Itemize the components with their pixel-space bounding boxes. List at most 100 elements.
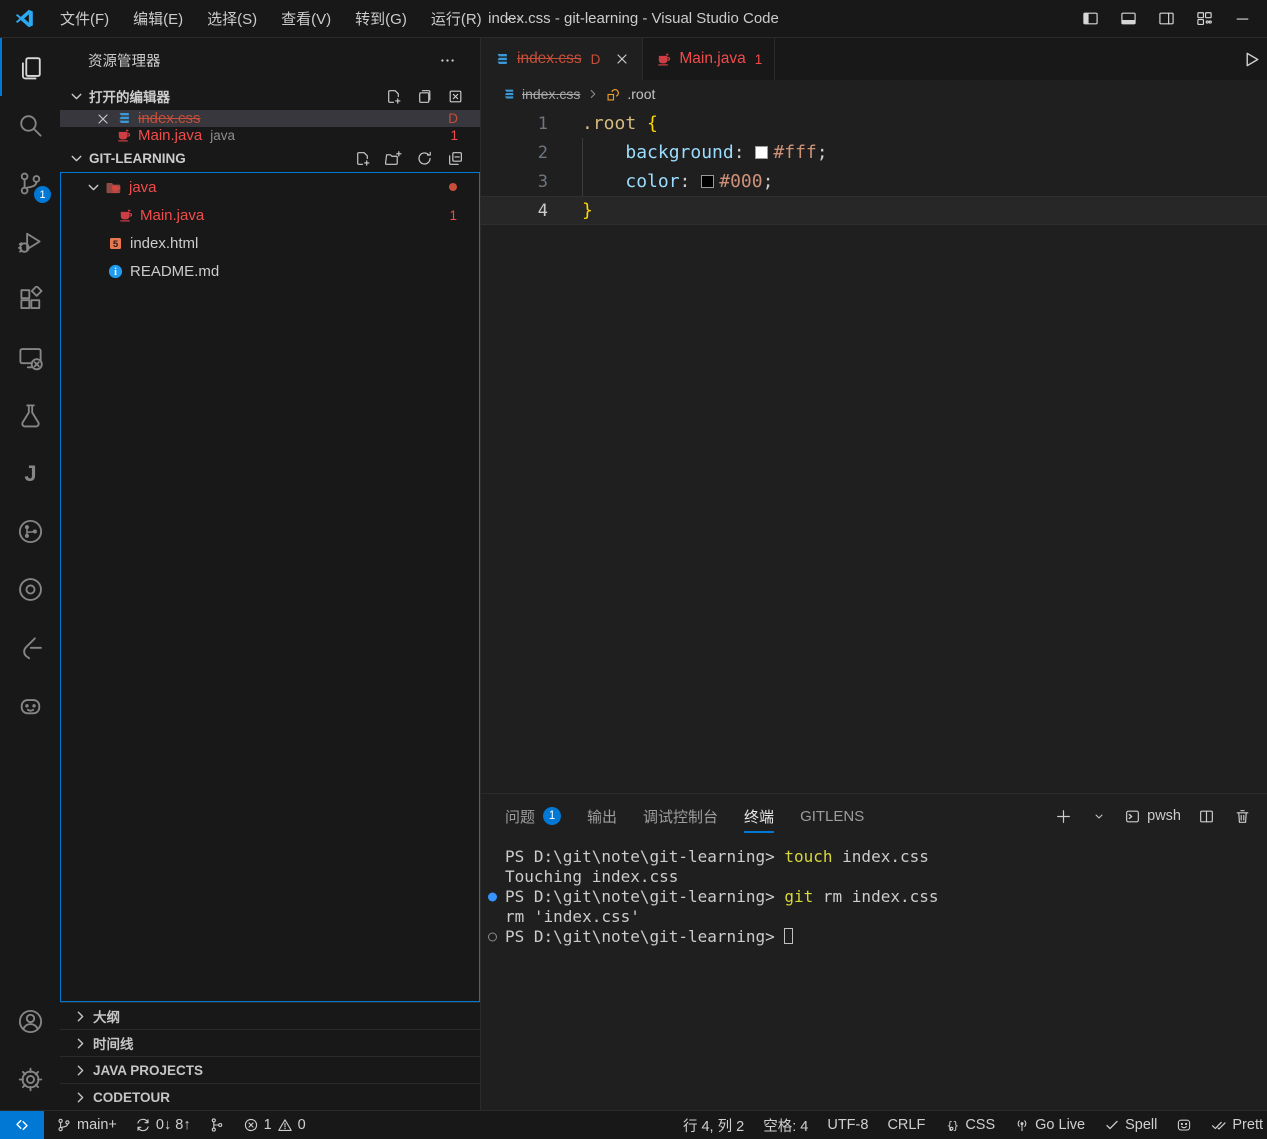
status-left-2[interactable] (209, 1117, 225, 1133)
status-right-7[interactable] (1176, 1117, 1192, 1133)
terminal[interactable]: PS D:\git\note\git-learning> touch index… (481, 838, 1267, 1110)
status-right-4[interactable]: {} CSS (944, 1117, 995, 1133)
sidebar-section-2[interactable]: JAVA PROJECTS (60, 1056, 480, 1083)
collapse-all-button[interactable] (446, 149, 464, 167)
command-decoration-hollow[interactable] (488, 933, 497, 942)
breadcrumb-symbol[interactable]: .root (627, 86, 655, 102)
color-swatch[interactable] (755, 146, 768, 159)
code-token: #000 (719, 171, 762, 192)
split-terminal-button[interactable] (1195, 805, 1217, 827)
activity-gitlens[interactable] (0, 502, 60, 560)
close-icon[interactable] (614, 51, 630, 67)
status-right-2[interactable]: UTF-8 (827, 1117, 868, 1133)
activity-leetcode[interactable] (0, 618, 60, 676)
status-bar: main+ 0↓ 8↑ 10 行 4, 列 2 空格: 4 UTF-8 CRLF {} CSS… (0, 1110, 1267, 1139)
layout-sidebar-left-icon[interactable] (1082, 10, 1099, 27)
activity-settings-gear[interactable] (0, 1050, 60, 1108)
status-left-1[interactable]: 0↓ 8↑ (135, 1117, 191, 1133)
save-all-button[interactable] (415, 87, 433, 105)
terminal-line-2: PS D:\git\note\git-learning> git rm inde… (505, 887, 1267, 907)
activity-debug[interactable] (0, 212, 60, 270)
indent-guide (582, 167, 583, 196)
new-file-icon (385, 88, 402, 105)
activity-robot[interactable] (0, 676, 60, 734)
activity-record[interactable] (0, 560, 60, 618)
terminal-shell-item[interactable]: pwsh (1124, 808, 1181, 825)
status-label: CSS (965, 1117, 995, 1133)
menu-item-1[interactable]: 编辑(E) (121, 0, 195, 37)
status-right-3[interactable]: CRLF (887, 1117, 925, 1133)
menu-item-4[interactable]: 转到(G) (343, 0, 419, 37)
panel-tab-2[interactable]: 调试控制台 (643, 794, 718, 838)
close-icon[interactable] (95, 111, 111, 127)
kill-terminal-button[interactable] (1231, 805, 1253, 827)
minimize-icon[interactable] (1234, 10, 1251, 27)
refresh-button[interactable] (415, 149, 433, 167)
open-editor-item[interactable]: Main.javajava1 (60, 127, 480, 144)
chevron-down-icon[interactable] (85, 179, 102, 196)
status-right-0[interactable]: 行 4, 列 2 (683, 1115, 744, 1136)
activity-java[interactable]: J (0, 444, 60, 502)
remote-indicator[interactable] (0, 1111, 44, 1139)
panel-tab-1[interactable]: 输出 (587, 794, 617, 838)
sidebar-section-3[interactable]: CODETOUR (60, 1083, 480, 1110)
menu-item-2[interactable]: 选择(S) (195, 0, 269, 37)
command-decoration-filled[interactable] (488, 893, 497, 902)
code-token: } (582, 200, 593, 221)
terminal-line-0: PS D:\git\note\git-learning> touch index… (505, 847, 1267, 867)
activity-testing[interactable] (0, 386, 60, 444)
status-right-6[interactable]: Spell (1104, 1117, 1157, 1133)
editor-tab-index-css[interactable]: index.cssD (481, 38, 643, 80)
layout-grid-icon[interactable] (1196, 10, 1213, 27)
activity-search[interactable] (0, 96, 60, 154)
braces-icon: {} (944, 1117, 960, 1133)
status-label: 0↓ 8↑ (156, 1117, 191, 1133)
open-editor-item[interactable]: index.cssD (60, 110, 480, 127)
sidebar-section-0[interactable]: 大纲 (60, 1002, 480, 1029)
editor-tab-main-java[interactable]: Main.java1 (643, 38, 775, 80)
chevron-down-icon (1093, 810, 1105, 822)
panel-tab-label: 问题 (505, 806, 535, 827)
new-folder-button[interactable] (384, 149, 402, 167)
tree-item-java[interactable]: java (61, 173, 479, 201)
menu-item-3[interactable]: 查看(V) (269, 0, 343, 37)
status-left-0[interactable]: main+ (56, 1117, 117, 1133)
color-swatch[interactable] (701, 175, 714, 188)
tree-item-readme-md[interactable]: iREADME.md (61, 257, 479, 285)
breadcrumb-file[interactable]: index.css (522, 86, 580, 102)
panel-tab-label: 输出 (587, 806, 617, 827)
tree-item-index-html[interactable]: 5index.html (61, 229, 479, 257)
close-all-button[interactable] (446, 87, 464, 105)
run-code-button[interactable] (1240, 49, 1261, 70)
panel-tab-4[interactable]: GITLENS (800, 794, 864, 838)
new-terminal-button[interactable] (1052, 805, 1074, 827)
workspace-header[interactable]: GIT-LEARNING (60, 144, 480, 172)
activity-extensions[interactable] (0, 270, 60, 328)
layout-sidebar-right-icon[interactable] (1158, 10, 1175, 27)
open-editors-header[interactable]: 打开的编辑器 (60, 82, 480, 110)
panel-tab-3[interactable]: 终端 (744, 794, 774, 838)
chevron-down-icon (68, 88, 85, 105)
layout-panel-icon[interactable] (1120, 10, 1137, 27)
activity-remote-explorer[interactable] (0, 328, 60, 386)
status-right-5[interactable]: Go Live (1014, 1117, 1085, 1133)
account-icon (17, 1008, 44, 1035)
status-right-1[interactable]: 空格: 4 (763, 1115, 808, 1136)
new-file-button[interactable] (384, 87, 402, 105)
terminal-dropdown-button[interactable] (1088, 805, 1110, 827)
status-left-3[interactable]: 10 (243, 1117, 306, 1133)
more-actions-button[interactable] (436, 49, 458, 71)
section-label: 时间线 (93, 1033, 134, 1053)
tree-item-main-java[interactable]: Main.java1 (61, 201, 479, 229)
code-editor[interactable]: 1.root {2 background: #fff;3 color: #000… (481, 108, 1267, 793)
new-file-button[interactable] (353, 149, 371, 167)
menu-item-5[interactable]: 运行(R) (419, 0, 494, 37)
activity-account[interactable] (0, 992, 60, 1050)
activity-source-control[interactable]: 1 (0, 154, 60, 212)
panel-tab-0[interactable]: 问题1 (505, 794, 561, 838)
activity-files[interactable] (0, 38, 60, 96)
menu-item-0[interactable]: 文件(F) (48, 0, 121, 37)
status-right-8[interactable]: Prett (1211, 1117, 1263, 1133)
sidebar-section-1[interactable]: 时间线 (60, 1029, 480, 1056)
debug-icon (17, 228, 44, 255)
